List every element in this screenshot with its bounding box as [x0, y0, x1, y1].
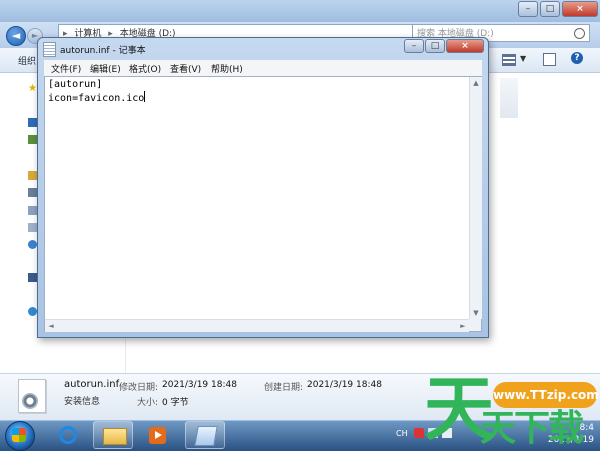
documents-icon[interactable]: [28, 223, 37, 232]
maximize-button[interactable]: □: [425, 39, 445, 53]
libraries-icon[interactable]: [28, 171, 37, 180]
maximize-button[interactable]: □: [540, 1, 560, 17]
scroll-right-icon[interactable]: ►: [457, 320, 469, 332]
minimize-button[interactable]: –: [518, 1, 538, 17]
text-editor[interactable]: [autorun] icon=favicon.ico ▲ ▼ ◄ ►: [44, 76, 482, 332]
organize-menu[interactable]: 组织: [18, 54, 36, 67]
text-caret: [144, 91, 146, 102]
navigation-pane: ★: [0, 73, 37, 373]
notepad-title: autorun.inf - 记事本: [60, 46, 146, 56]
details-file-name: autorun.inf: [64, 379, 120, 390]
search-icon: [574, 28, 585, 39]
view-options-icon[interactable]: [502, 54, 516, 66]
media-player-icon[interactable]: [149, 427, 166, 444]
computer-icon[interactable]: [28, 273, 37, 282]
resize-grip[interactable]: [469, 319, 481, 331]
editor-content[interactable]: [autorun] icon=favicon.ico: [48, 79, 146, 105]
explorer-titlebar: [0, 0, 600, 22]
notepad-icon: [43, 42, 56, 57]
menu-format[interactable]: 格式(O): [126, 62, 164, 75]
gear-icon: [22, 393, 38, 409]
vertical-scrollbar[interactable]: ▲ ▼: [469, 77, 482, 319]
menu-help[interactable]: 帮助(H): [208, 62, 246, 75]
windows-logo-icon: [12, 428, 26, 442]
back-button[interactable]: ◄: [6, 26, 26, 46]
watermark-text: 天下载: [480, 408, 584, 449]
created-label: 创建日期:: [264, 383, 304, 393]
scroll-up-icon[interactable]: ▲: [470, 77, 482, 89]
chevron-down-icon[interactable]: ▼: [520, 54, 526, 63]
close-button[interactable]: ×: [562, 1, 598, 17]
music-icon[interactable]: [28, 240, 37, 249]
downloads-icon[interactable]: [28, 135, 37, 144]
notepad-window: autorun.inf - 记事本 – □ × 文件(F) 编辑(E) 格式(O…: [37, 37, 489, 338]
language-indicator[interactable]: CH: [396, 429, 408, 438]
scroll-left-icon[interactable]: ◄: [45, 320, 57, 332]
network-icon[interactable]: [28, 307, 37, 316]
desktop-icon[interactable]: [28, 118, 37, 127]
file-tile[interactable]: [500, 78, 518, 118]
modified-value: 2021/3/19 18:48: [162, 380, 237, 390]
folder-icon: [103, 428, 127, 445]
editor-line-1: [autorun]: [48, 79, 103, 90]
menu-file[interactable]: 文件(F): [48, 62, 84, 75]
menu-bar: 文件(F) 编辑(E) 格式(O) 查看(V) 帮助(H): [44, 60, 482, 77]
close-button[interactable]: ×: [446, 39, 484, 53]
scroll-down-icon[interactable]: ▼: [470, 307, 482, 319]
menu-view[interactable]: 查看(V): [167, 62, 204, 75]
internet-explorer-icon[interactable]: [59, 426, 77, 444]
menu-edit[interactable]: 编辑(E): [87, 62, 124, 75]
tray-flag-icon[interactable]: [414, 428, 424, 438]
watermark-url: www.TTzip.com: [493, 382, 599, 408]
minimize-button[interactable]: –: [404, 39, 424, 53]
favorites-star-icon[interactable]: ★: [28, 83, 37, 94]
size-value: 0 字节: [162, 398, 189, 408]
created-value: 2021/3/19 18:48: [307, 380, 382, 390]
horizontal-scrollbar[interactable]: ◄ ►: [45, 319, 469, 332]
modified-label: 修改日期:: [119, 383, 159, 393]
size-label: 大小:: [137, 398, 159, 408]
preview-pane-icon[interactable]: [543, 53, 556, 66]
pictures-icon[interactable]: [28, 206, 37, 215]
notepad-icon: [194, 426, 218, 446]
editor-line-2: icon=favicon.ico: [48, 93, 145, 104]
help-icon[interactable]: ?: [571, 52, 583, 64]
videos-icon[interactable]: [28, 188, 37, 197]
file-type: 安装信息: [64, 397, 101, 407]
